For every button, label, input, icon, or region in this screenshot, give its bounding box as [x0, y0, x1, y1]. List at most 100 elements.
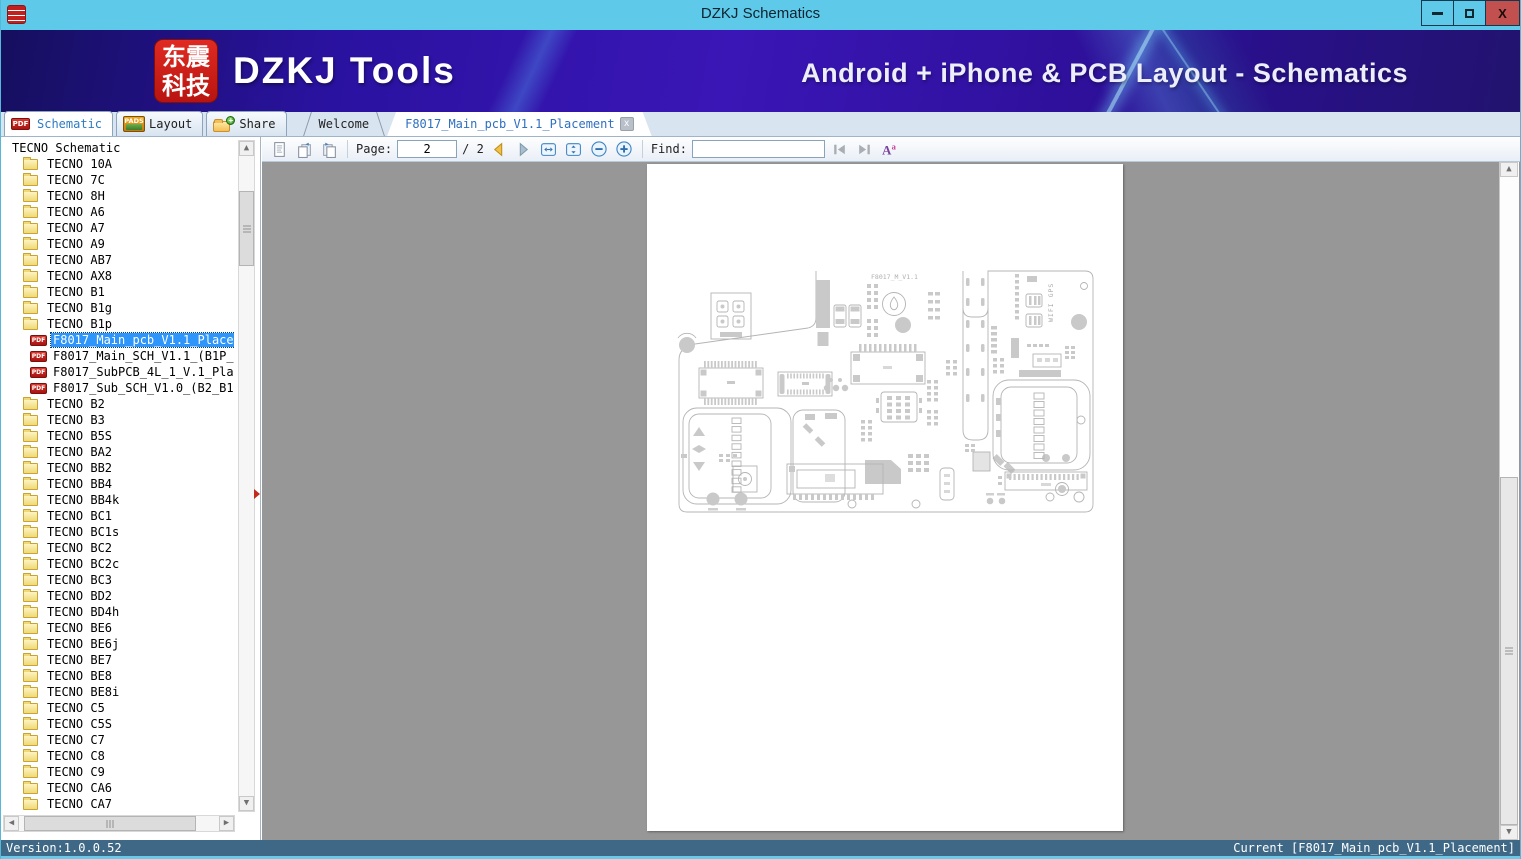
scroll-down-arrow[interactable]: ▼: [1500, 825, 1518, 840]
tree-folder[interactable]: TECNO B3: [1, 412, 234, 428]
pdf-toolbar: Page: / 2: [262, 137, 1520, 162]
window-controls: X: [1421, 0, 1520, 27]
scroll-down-arrow[interactable]: ▼: [239, 796, 254, 811]
pads-icon: PADS: [123, 116, 146, 132]
scroll-up-arrow[interactable]: ▲: [239, 141, 254, 156]
tree-folder[interactable]: TECNO AX8: [1, 268, 234, 284]
sidebar-vertical-scrollbar[interactable]: ▲ ▼: [238, 140, 255, 812]
match-case-icon[interactable]: Aa: [880, 139, 900, 159]
folder-icon: [23, 764, 38, 778]
tree-folder[interactable]: TECNO BC3: [1, 572, 234, 588]
new-page-icon[interactable]: [269, 139, 289, 159]
tree-folder[interactable]: TECNO C5S: [1, 716, 234, 732]
tree-folder[interactable]: TECNO BC1s: [1, 524, 234, 540]
tab-layout[interactable]: PADS Layout: [116, 111, 204, 136]
doc-tab-welcome[interactable]: Welcome: [301, 112, 388, 136]
tree-folder[interactable]: TECNO BA2: [1, 444, 234, 460]
tree-folder-expanded[interactable]: TECNO B1p: [1, 316, 234, 332]
tree-folder[interactable]: TECNO CA7: [1, 796, 234, 812]
find-previous-icon[interactable]: [830, 139, 850, 159]
tree-folder[interactable]: TECNO A7: [1, 220, 234, 236]
splitter-collapse-arrow[interactable]: [254, 489, 260, 499]
page-total: / 2: [462, 142, 484, 156]
pdf-view-area[interactable]: F8017_M_V1.1 WIFI GPS ▲ ▼: [262, 162, 1520, 840]
zoom-in-icon[interactable]: [614, 139, 634, 159]
folder-icon: [23, 444, 38, 458]
tree-folder[interactable]: TECNO BB4: [1, 476, 234, 492]
tree-folder[interactable]: TECNO BB4k: [1, 492, 234, 508]
tree-folder[interactable]: TECNO 8H: [1, 188, 234, 204]
scrollbar-thumb[interactable]: [1500, 477, 1518, 825]
tree-folder[interactable]: TECNO A9: [1, 236, 234, 252]
tab-schematic[interactable]: PDF Schematic: [4, 111, 409, 136]
pdf-icon: PDF: [30, 334, 47, 346]
close-button[interactable]: X: [1485, 0, 1520, 26]
tree-folder[interactable]: TECNO A6: [1, 204, 234, 220]
folder-icon: [23, 188, 38, 202]
tree-folder[interactable]: TECNO BD2: [1, 588, 234, 604]
scrollbar-thumb[interactable]: [24, 816, 196, 831]
tree-folder[interactable]: TECNO B1: [1, 284, 234, 300]
tree-folder[interactable]: TECNO BC1: [1, 508, 234, 524]
svg-text:A: A: [883, 143, 893, 157]
close-icon: X: [1498, 5, 1507, 21]
tree-file-pdf[interactable]: PDF F8017_Main_SCH_V1.1_(B1P_C1): [1, 348, 234, 364]
tree-folder[interactable]: TECNO BC2c: [1, 556, 234, 572]
folder-icon: [23, 300, 38, 314]
rotate-left-icon[interactable]: [294, 139, 314, 159]
tree-folder[interactable]: TECNO BB2: [1, 460, 234, 476]
version-label: Version:1.0.0.52: [6, 841, 122, 855]
scroll-left-arrow[interactable]: ◀: [4, 816, 19, 831]
tree-folder[interactable]: TECNO BE8: [1, 668, 234, 684]
tree-folder[interactable]: TECNO 7C: [1, 172, 234, 188]
tree-folder[interactable]: TECNO C5: [1, 700, 234, 716]
tree-folder[interactable]: TECNO C8: [1, 748, 234, 764]
minimize-button[interactable]: [1421, 0, 1454, 26]
tree-folder[interactable]: TECNO B2: [1, 396, 234, 412]
tab-share[interactable]: + Share: [206, 111, 287, 136]
previous-page-icon[interactable]: [489, 139, 509, 159]
app-name: DZKJ Tools: [233, 50, 456, 91]
fit-width-icon[interactable]: [539, 139, 559, 159]
tree-file-pdf[interactable]: PDF F8017_Main_pcb_V1.1_Placement: [1, 332, 234, 348]
tree-folder[interactable]: TECNO B1g: [1, 300, 234, 316]
tree-file-pdf[interactable]: PDF F8017_SubPCB_4L_1_V.1_Placement: [1, 364, 234, 380]
next-page-icon[interactable]: [514, 139, 534, 159]
find-label: Find:: [650, 142, 687, 156]
folder-icon: [23, 636, 38, 650]
folder-icon: [23, 268, 38, 282]
rotate-right-icon[interactable]: [319, 139, 339, 159]
tree-folder[interactable]: TECNO B5S: [1, 428, 234, 444]
find-next-icon[interactable]: [855, 139, 875, 159]
tree-folder[interactable]: TECNO BC2: [1, 540, 234, 556]
tree-folder[interactable]: TECNO BE6: [1, 620, 234, 636]
sidebar-horizontal-scrollbar[interactable]: ◀ ▶: [3, 815, 235, 832]
maximize-button[interactable]: [1453, 0, 1486, 26]
scrollbar-thumb[interactable]: [239, 191, 254, 266]
tree-folder[interactable]: TECNO BD4h: [1, 604, 234, 620]
page-number-input[interactable]: [397, 140, 458, 158]
tree-folder[interactable]: TECNO BE8i: [1, 684, 234, 700]
document-vertical-scrollbar[interactable]: ▲ ▼: [1499, 162, 1519, 840]
tree-folder[interactable]: TECNO CA6: [1, 780, 234, 796]
scroll-up-arrow[interactable]: ▲: [1500, 162, 1518, 177]
tree-folder[interactable]: TECNO BE6j: [1, 636, 234, 652]
scroll-right-arrow[interactable]: ▶: [219, 816, 234, 831]
tree-folder[interactable]: TECNO C9: [1, 764, 234, 780]
tree-root[interactable]: TECNO Schematic: [1, 140, 234, 156]
tree-folder[interactable]: TECNO C7: [1, 732, 234, 748]
folder-icon: [23, 732, 38, 746]
tree-file-pdf[interactable]: PDF F8017_Sub_SCH_V1.0_(B2_B1P): [1, 380, 234, 396]
folder-icon: [23, 204, 38, 218]
tree-folder[interactable]: TECNO BE7: [1, 652, 234, 668]
pdf-page[interactable]: F8017_M_V1.1 WIFI GPS: [647, 164, 1123, 831]
tree-folder[interactable]: TECNO 10A: [1, 156, 234, 172]
fit-page-icon[interactable]: [564, 139, 584, 159]
close-tab-icon[interactable]: x: [620, 117, 634, 131]
tree-folder[interactable]: TECNO AB7: [1, 252, 234, 268]
find-input[interactable]: [691, 140, 825, 158]
document-panel: Page: / 2: [262, 137, 1520, 840]
zoom-out-icon[interactable]: [589, 139, 609, 159]
doc-tab-current[interactable]: F8017_Main_pcb_V1.1_Placement x: [387, 112, 652, 136]
folder-open-icon: [23, 316, 38, 330]
